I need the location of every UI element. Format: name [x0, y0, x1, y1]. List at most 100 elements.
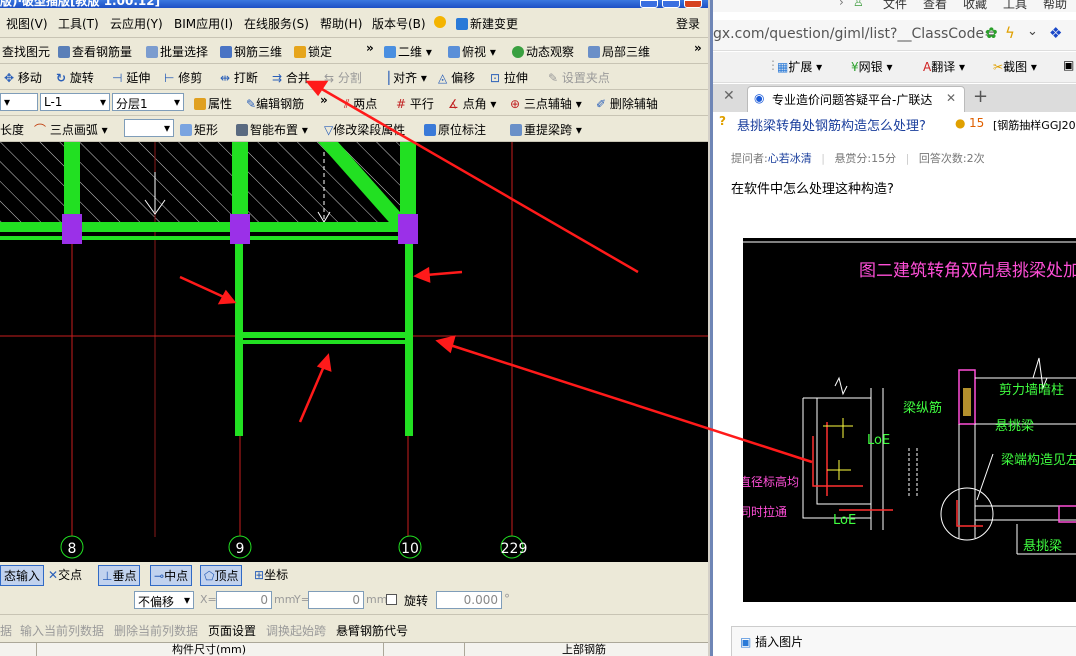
edit-rebar-button[interactable]: ✎编辑钢筋 — [246, 95, 304, 112]
menu-file[interactable]: 文件 — [883, 0, 907, 12]
dropdown-chevron-icon[interactable]: ⌄ — [1027, 24, 1038, 39]
rectangle-button[interactable]: 矩形 — [180, 121, 218, 138]
toolbar-overflow-icon[interactable]: » — [366, 41, 374, 55]
category-tag[interactable]: [钢筋抽样GGJ20 — [993, 117, 1076, 133]
menu-view[interactable]: 视图(V) — [6, 15, 48, 32]
cantilever-code-button[interactable]: 悬臂钢筋代号 — [336, 622, 408, 639]
column[interactable] — [230, 214, 250, 244]
address-text[interactable]: gx.com/question/giml/list?__ClassCode= — [713, 26, 996, 42]
menu-version[interactable]: 版本号(B) — [372, 15, 426, 32]
column[interactable] — [398, 214, 418, 244]
view-2d-select[interactable]: 二维 ▾ — [384, 43, 432, 60]
grid-action[interactable]: 据 — [0, 622, 12, 639]
menu-online-service[interactable]: 在线服务(S) — [244, 15, 309, 32]
point-angle-button[interactable]: ∡ 点角 ▾ — [448, 95, 496, 112]
in-place-annotation-button[interactable]: 原位标注 — [424, 121, 486, 138]
midpoint-snap[interactable]: ⊸中点 — [150, 565, 193, 586]
element-select[interactable]: L-1 ▾ — [40, 93, 110, 111]
batch-select-button[interactable]: 批量选择 — [146, 43, 208, 60]
close-tab-icon[interactable]: ✕ — [946, 91, 956, 105]
layer-select[interactable]: 分层1 ▾ — [112, 93, 184, 111]
page-setup-button[interactable]: 页面设置 — [208, 622, 256, 639]
menu-favorites[interactable]: 收藏 — [963, 0, 987, 12]
baidu-paw-icon[interactable]: ❖ — [1049, 24, 1062, 42]
y-input[interactable]: 0 — [308, 591, 364, 609]
address-bar[interactable]: gx.com/question/giml/list?__ClassCode= ✿… — [713, 20, 1076, 51]
view-rebar-qty-button[interactable]: 查看钢筋量 — [58, 43, 132, 60]
merge-button[interactable]: ⇉ 合并 — [272, 69, 310, 86]
question-image[interactable]: 图二建筑转角双向悬挑梁处加强措施 — [743, 238, 1076, 602]
offset-button[interactable]: ◬ 偏移 — [438, 69, 475, 86]
asker-name[interactable]: 心若冰清 — [768, 152, 812, 165]
menu-tools[interactable]: 工具 — [1003, 0, 1027, 12]
more-extensions-icon[interactable]: ▣ — [1063, 58, 1074, 72]
tab-active[interactable]: ◉ 专业造价问题答疑平台-广联达 ✕ — [747, 86, 965, 112]
screenshot-button[interactable]: ✂截图 ▾ — [993, 58, 1037, 75]
break-button[interactable]: ⇹ 打断 — [220, 69, 258, 86]
translate-button[interactable]: A翻译 ▾ — [923, 58, 965, 75]
toolbar-overflow-icon[interactable]: » — [320, 93, 328, 107]
input-current-column-button[interactable]: 输入当前列数据 — [20, 622, 104, 639]
toolbar-overflow-icon[interactable]: » — [694, 41, 702, 55]
plan-drawing[interactable]: 8 9 10 229 — [0, 142, 708, 562]
close-tab-icon[interactable]: ✕ — [723, 88, 735, 104]
split-button[interactable]: ⇆ 分割 — [324, 69, 362, 86]
new-tab-button[interactable]: + — [973, 86, 988, 107]
drawing-canvas[interactable]: 8 9 10 229 — [0, 142, 708, 562]
intersection-snap[interactable]: ✕交点 — [48, 566, 82, 583]
rotate-button[interactable]: ↻ 旋转 — [56, 69, 94, 86]
rotate-checkbox[interactable] — [386, 594, 397, 605]
stretch-button[interactable]: ⊡ 拉伸 — [490, 69, 528, 86]
draw-option-select[interactable]: ▾ — [124, 119, 174, 137]
close-button[interactable] — [684, 0, 702, 8]
three-point-arc-button[interactable]: ⌒ 三点画弧 ▾ — [34, 121, 108, 138]
lock-button[interactable]: 锁定 — [294, 43, 332, 60]
top-view-select[interactable]: 俯视 ▾ — [448, 43, 496, 60]
perpendicular-snap[interactable]: ⊥垂点 — [98, 565, 141, 586]
menu-cloud[interactable]: 云应用(Y) — [110, 15, 163, 32]
type-select[interactable]: ▾ — [0, 93, 38, 111]
parallel-button[interactable]: # 平行 — [396, 95, 434, 112]
modify-beam-props-button[interactable]: ▽修改梁段属性 — [324, 121, 405, 138]
rotate-input[interactable]: 0.000 — [436, 591, 502, 609]
menu-help[interactable]: 帮助 — [1043, 0, 1067, 12]
menu-view[interactable]: 查看 — [923, 0, 947, 12]
two-point-button[interactable]: ⫽ 两点 — [344, 95, 377, 112]
extend-button[interactable]: ⊣ 延伸 — [112, 69, 150, 86]
delete-axis-button[interactable]: ✐ 删除辅轴 — [596, 95, 658, 112]
column[interactable] — [62, 214, 82, 244]
vertex-snap[interactable]: ⬠顶点 — [200, 565, 243, 586]
cantilever-beam-bottom[interactable] — [240, 332, 408, 338]
insert-image-button[interactable]: ▣ 插入图片 — [740, 633, 803, 650]
align-button[interactable]: ▕ 对齐 ▾ — [380, 69, 427, 86]
menu-face-icon[interactable] — [434, 15, 448, 29]
dynamic-input-toggle[interactable]: 态输入 — [0, 565, 45, 586]
recalc-span-button[interactable]: 重提梁跨 ▾ — [510, 121, 582, 138]
set-grip-button[interactable]: ✎ 设置夹点 — [548, 69, 610, 86]
find-element-button[interactable]: 查找图元 — [2, 43, 50, 60]
new-change-button[interactable]: 新建变更 — [456, 15, 518, 32]
login-link[interactable]: 登录 — [676, 15, 700, 32]
three-point-axis-button[interactable]: ⊕ 三点辅轴 ▾ — [510, 95, 582, 112]
refresh-icon[interactable]: ✿ — [985, 24, 998, 42]
trim-button[interactable]: ⊢ 修剪 — [164, 69, 202, 86]
lightning-icon[interactable]: ϟ — [1005, 24, 1015, 42]
move-button[interactable]: ✥ 移动 — [4, 69, 42, 86]
partial-3d-button[interactable]: 局部三维 — [588, 43, 650, 60]
menu-bim[interactable]: BIM应用(I) — [174, 15, 233, 32]
question-title[interactable]: 悬挑梁转角处钢筋构造怎么处理? — [737, 115, 926, 134]
delete-current-column-button[interactable]: 删除当前列数据 — [114, 622, 198, 639]
properties-button[interactable]: 属性 — [194, 95, 232, 112]
user-icon[interactable]: ♙ — [853, 0, 864, 9]
menu-help[interactable]: 帮助(H) — [320, 15, 362, 32]
extensions-button[interactable]: ▦扩展 ▾ — [777, 58, 822, 75]
smart-layout-button[interactable]: 智能布置 ▾ — [236, 121, 308, 138]
length-button[interactable]: 长度 — [0, 121, 24, 138]
maximize-button[interactable] — [662, 0, 680, 8]
offset-select[interactable]: 不偏移 ▾ — [134, 591, 194, 609]
x-input[interactable]: 0 — [216, 591, 272, 609]
minimize-button[interactable] — [640, 0, 658, 8]
coordinate-snap[interactable]: ⊞坐标 — [254, 566, 288, 583]
rebar-3d-button[interactable]: 钢筋三维 — [220, 43, 282, 60]
swap-start-span-button[interactable]: 调换起始跨 — [266, 622, 326, 639]
